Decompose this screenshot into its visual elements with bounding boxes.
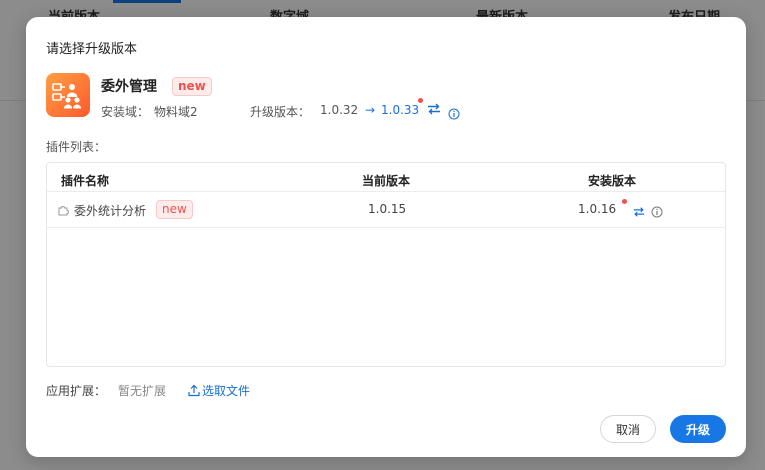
- cancel-button[interactable]: 取消: [600, 415, 656, 443]
- upgrade-button[interactable]: 升级: [670, 415, 726, 443]
- new-badge: new: [156, 200, 193, 219]
- table-divider: [47, 191, 725, 192]
- plugin-install-version[interactable]: 1.0.16: [578, 202, 616, 216]
- column-header-install-version: 安装版本: [588, 174, 637, 188]
- column-header-plugin-name: 插件名称: [61, 174, 110, 188]
- info-icon[interactable]: [651, 203, 663, 222]
- table-divider: [47, 227, 725, 228]
- current-version: 1.0.32: [320, 103, 359, 117]
- swap-icon[interactable]: [427, 101, 441, 120]
- install-domain-label: 安装域：: [101, 105, 150, 119]
- dialog-title: 请选择升级版本: [46, 42, 138, 57]
- swap-icon[interactable]: [633, 203, 645, 222]
- info-icon[interactable]: [448, 105, 460, 124]
- upgrade-version-dialog: 请选择升级版本 委外管理 new 安装域： 物料域2 升级版本： 1.0.32 …: [26, 17, 746, 457]
- app-name: 委外管理: [101, 79, 157, 95]
- plugin-list-label: 插件列表：: [46, 140, 107, 154]
- update-dot: [622, 199, 627, 204]
- upload-icon[interactable]: [188, 382, 200, 401]
- install-domain-value: 物料域2: [154, 105, 198, 119]
- plugin-name: 委外统计分析: [74, 204, 147, 218]
- app-extension-value: 暂无扩展: [118, 384, 167, 398]
- arrow-icon: →: [365, 103, 376, 117]
- plugin-table: 插件名称 当前版本 安装版本 委外统计分析 new 1.0.15 1.0.16: [46, 162, 726, 367]
- update-dot: [418, 98, 423, 103]
- app-icon: [46, 73, 90, 117]
- select-file-link[interactable]: 选取文件: [202, 382, 250, 399]
- plugin-icon: [57, 201, 71, 220]
- app-extension-label: 应用扩展：: [46, 384, 107, 398]
- target-version[interactable]: 1.0.33: [381, 103, 419, 117]
- new-badge: new: [172, 77, 212, 96]
- upgrade-version-label: 升级版本：: [250, 105, 311, 119]
- column-header-current-version: 当前版本: [362, 174, 411, 188]
- plugin-current-version: 1.0.15: [368, 202, 407, 216]
